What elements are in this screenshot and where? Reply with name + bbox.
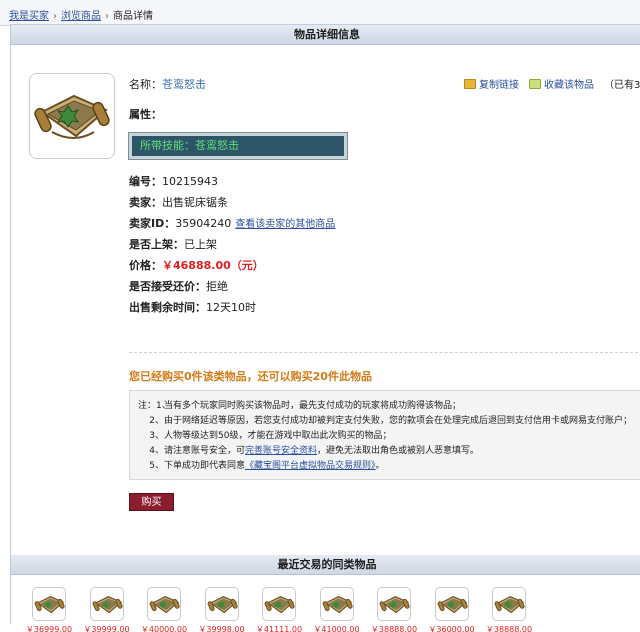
recent-trade-item[interactable]: ￥36999.0009-16 12:30 [19,587,79,632]
favorite-label: 收藏该物品 [544,80,594,91]
recent-trade-price: ￥36999.00 [25,625,73,632]
note-text: 。 [375,461,385,471]
remaining-time-value: 12天10时 [206,301,256,314]
scroll-map-icon [492,587,526,621]
recent-trade-price: ￥40000.00 [140,625,188,632]
bargain-value: 拒绝 [206,280,228,293]
buy-button[interactable]: 购买 [129,493,174,511]
recent-trade-item[interactable]: ￥41111.0002-08 17:51 [249,587,309,632]
notes-box: 注：1、当有多个玩家同时购买该物品时，最先支付成功的玩家将成功购得该物品； 2、… [129,390,640,480]
breadcrumb-separator: › [105,11,109,22]
copy-link-button[interactable]: 复制链接 [464,79,519,91]
note-text: 下单成功即代表同意 [164,461,246,471]
serial-row: 编号：10215943 [129,173,218,189]
note-number: 4、 [149,446,164,456]
recent-trade-price: ￥36000.00 [428,625,475,632]
recent-trade-price: ￥39999.00 [83,625,130,632]
purchase-limit-message: 您已经购买0件该类物品，还可以购买20件此物品 [129,370,372,383]
recent-trade-item[interactable]: ￥36000.0011-10 16:56 [422,587,482,632]
note-number: 2、 [149,416,164,426]
price-value: ￥46888.00（元） [162,259,264,272]
recent-trade-item[interactable]: ￥40000.0003-15 19:26 [134,587,194,632]
price-row: 价格：￥46888.00（元） [129,257,264,273]
note-number: 注：1、 [138,401,171,411]
recent-trade-price: ￥38888.00 [485,625,533,632]
scroll-map-icon [89,587,124,621]
item-name-row: 名称：苍鸾怒击 复制链接 收藏该物品 （已有3人收藏 [129,76,640,92]
scroll-map-icon [32,587,66,621]
item-actions: 复制链接 收藏该物品 （已有3人收藏 [464,76,640,91]
note-item: 4、请注意账号安全，可完善账号安全资料，避免无法取出角色或被别人恶意填写。 [138,444,640,459]
trade-rules-link[interactable]: 《藏宝阁平台虚拟物品交易规则》 [245,461,376,471]
item-name-value: 苍鸾怒击 [162,78,206,91]
skill-box: 所带技能：苍鸾怒击 [128,132,348,160]
breadcrumb: 我是买家 › 浏览商品 › 商品详情 [0,0,640,26]
recent-trade-item[interactable]: ￥38888.0012-21 15:33 [364,587,424,632]
scroll-map-icon [377,587,411,621]
breadcrumb-current: 商品详情 [113,11,153,22]
note-item: 2、由于网络延迟等原因，若您支付成功却被判定支付失败，您的款项会在处理完成后退回… [138,414,640,429]
favorite-count: （已有3人收藏 [604,80,640,91]
seller-value: 出售铌床锯条 [162,196,228,209]
note-item: 注：1、当有多个玩家同时购买该物品时，最先支付成功的玩家将成功购得该物品； [138,399,640,414]
note-text: 当有多个玩家同时购买该物品时，最先支付成功的玩家将成功购得该物品； [164,401,462,411]
note-number: 5、 [149,461,164,471]
note-text: 人物等级达到50级，才能在游戏中取出此次购买的物品； [164,431,392,441]
price-label: 价格： [129,259,162,272]
copy-link-label: 复制链接 [479,80,519,91]
note-text: ，避免无法取出角色或被别人恶意填写。 [317,446,480,456]
serial-label: 编号： [129,175,162,188]
scroll-map-icon [30,74,114,158]
divider [129,352,640,353]
recent-trade-price: ￥39998.00 [198,625,245,632]
link-icon [464,79,476,89]
recent-trade-price: ￥41111.00 [255,625,303,632]
recent-trade-item[interactable]: ￥38888.0008-22 15:19 [479,587,539,632]
recent-trade-price: ￥41000.00 [313,625,360,632]
scroll-map-icon [262,587,296,621]
remaining-time-row: 出售剩余时间：12天10时 [129,299,256,315]
recent-trades: 最近交易的同类物品 ￥36999.0009-16 12:30￥39999.000… [11,555,640,632]
bargain-label: 是否接受还价： [129,280,206,293]
recent-section-title: 最近交易的同类物品 [11,555,640,575]
seller-label: 卖家： [129,196,162,209]
serial-value: 10215943 [162,175,218,188]
account-security-link[interactable]: 完善账号安全资料 [245,446,317,456]
note-item: 3、人物等级达到50级，才能在游戏中取出此次购买的物品； [138,429,640,444]
seller-other-items-link[interactable]: 查看该卖家的其他商品 [235,219,335,230]
listed-row: 是否上架：已上架 [129,236,217,252]
listed-value: 已上架 [184,238,217,251]
scroll-map-icon [434,587,469,621]
listed-label: 是否上架： [129,238,184,251]
recent-trade-item[interactable]: ￥39998.0003-04 21:02 [192,587,252,632]
attributes-label: 属性： [129,108,162,121]
breadcrumb-buyer-link[interactable]: 我是买家 [9,11,49,22]
seller-id-label: 卖家ID： [129,217,176,230]
seller-row: 卖家：出售铌床锯条 [129,194,228,210]
scroll-map-icon [319,587,354,621]
recent-trade-item[interactable]: ￥39999.0008-15 00:12 [77,587,137,632]
note-text: 请注意账号安全，可 [164,446,246,456]
favorite-button[interactable]: 收藏该物品 [529,79,594,91]
bargain-row: 是否接受还价：拒绝 [129,278,228,294]
favorite-icon [529,79,541,89]
breadcrumb-separator: › [53,11,57,22]
recent-trade-item[interactable]: ￥41000.0001-24 21:36 [307,587,367,632]
item-image [29,73,115,159]
detail-section-title: 物品详细信息 [11,25,640,45]
scroll-map-icon [147,587,181,621]
scroll-map-icon [204,587,239,621]
remaining-time-label: 出售剩余时间： [129,301,206,314]
breadcrumb-browse-link[interactable]: 浏览商品 [61,11,101,22]
recent-trade-price: ￥38888.00 [370,625,418,632]
note-item: 5、下单成功即代表同意《藏宝阁平台虚拟物品交易规则》。 [138,459,640,474]
note-number: 3、 [149,431,164,441]
seller-id-value: 35904240 [175,217,232,230]
note-text: 由于网络延迟等原因，若您支付成功却被判定支付失败，您的款项会在处理完成后退回到支… [164,416,633,426]
seller-id-row: 卖家ID：35904240 查看该卖家的其他商品 [129,215,335,231]
item-name-label: 名称： [129,78,162,91]
detail-page: 物品详细信息 名称：苍鸾怒击 复制链接 收藏该物品 （已有3人收藏 属性： 所带技能… [10,24,640,632]
